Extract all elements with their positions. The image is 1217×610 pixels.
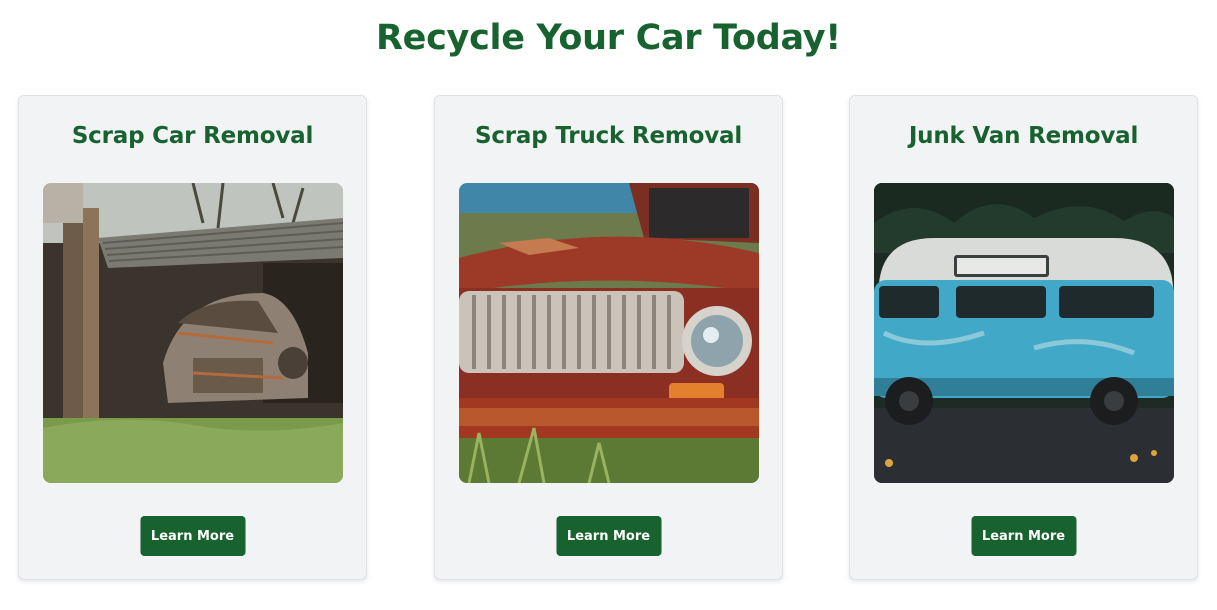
card-title: Scrap Truck Removal [474,123,743,149]
service-card-junk-van: Junk Van Removal Learn More [849,95,1198,580]
scrap-truck-image [459,183,759,483]
service-card-scrap-truck: Scrap Truck Removal Learn More [434,95,783,580]
junk-van-image [874,183,1174,483]
scrap-car-image [43,183,343,483]
card-title: Junk Van Removal [908,123,1139,149]
learn-more-button[interactable]: Learn More [140,516,245,556]
service-card-scrap-car: Scrap Car Removal Learn More [18,95,367,580]
learn-more-button[interactable]: Learn More [556,516,661,556]
card-title: Scrap Car Removal [71,123,314,149]
service-cards: Scrap Car Removal Learn More Scrap Truck… [0,95,1217,581]
learn-more-button[interactable]: Learn More [971,516,1076,556]
page-title: Recycle Your Car Today! [376,18,841,58]
